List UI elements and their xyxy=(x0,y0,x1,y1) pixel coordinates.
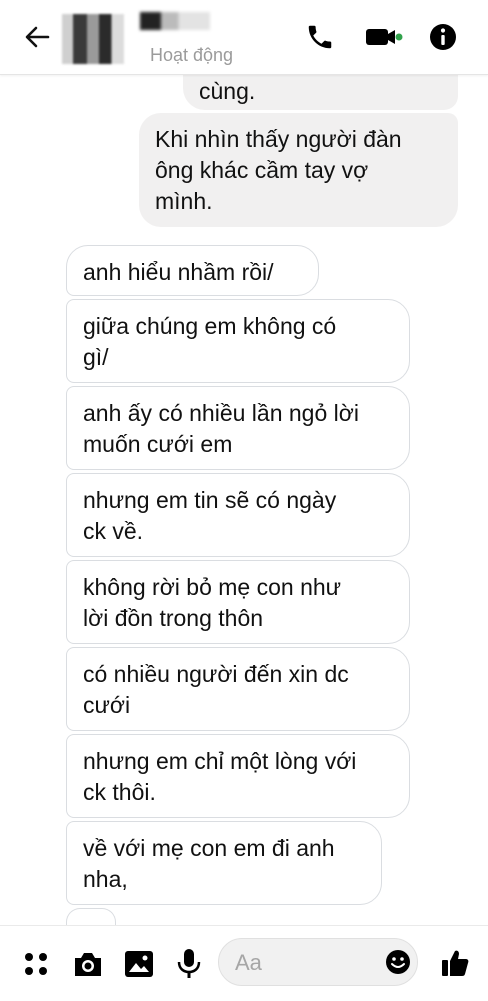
conversation-header: Hoạt động xyxy=(0,0,488,75)
apps-grid-icon[interactable] xyxy=(23,951,49,977)
received-message[interactable]: anh hiểu nhầm rồi/ xyxy=(66,245,319,296)
thumbs-up-icon[interactable] xyxy=(440,948,470,978)
image-icon[interactable] xyxy=(124,950,154,978)
info-icon[interactable] xyxy=(428,22,458,52)
arrow-left-icon[interactable] xyxy=(22,22,52,52)
active-dot xyxy=(395,33,403,41)
received-message[interactable]: giữa chúng em không có gì/ xyxy=(66,299,410,383)
active-status: Hoạt động xyxy=(150,45,234,65)
phone-icon[interactable] xyxy=(305,22,335,52)
contact-name[interactable] xyxy=(140,12,210,30)
avatar[interactable] xyxy=(62,14,124,64)
received-message[interactable]: về với mẹ con em đi anh nha, xyxy=(66,821,382,905)
message-input-container[interactable] xyxy=(218,938,418,986)
received-message[interactable]: nhưng em tin sẽ có ngày ck về. xyxy=(66,473,410,557)
video-camera-icon[interactable] xyxy=(365,22,403,52)
received-message[interactable]: nhưng em chỉ một lòng với ck thôi. xyxy=(66,734,410,818)
camera-icon[interactable] xyxy=(72,949,104,979)
sent-message[interactable]: Khi nhìn thấy người đàn ông khác cầm tay… xyxy=(139,113,458,227)
received-message[interactable]: có nhiều người đến xin dc cưới xyxy=(66,647,410,731)
message-composer xyxy=(0,925,488,1001)
message-input[interactable] xyxy=(233,948,377,978)
microphone-icon[interactable] xyxy=(176,948,202,980)
received-message[interactable]: không rời bỏ mẹ con như lời đồn trong th… xyxy=(66,560,410,644)
emoji-icon[interactable] xyxy=(385,949,411,975)
received-message[interactable]: anh ấy có nhiều lần ngỏ lời muốn cưới em xyxy=(66,386,410,470)
